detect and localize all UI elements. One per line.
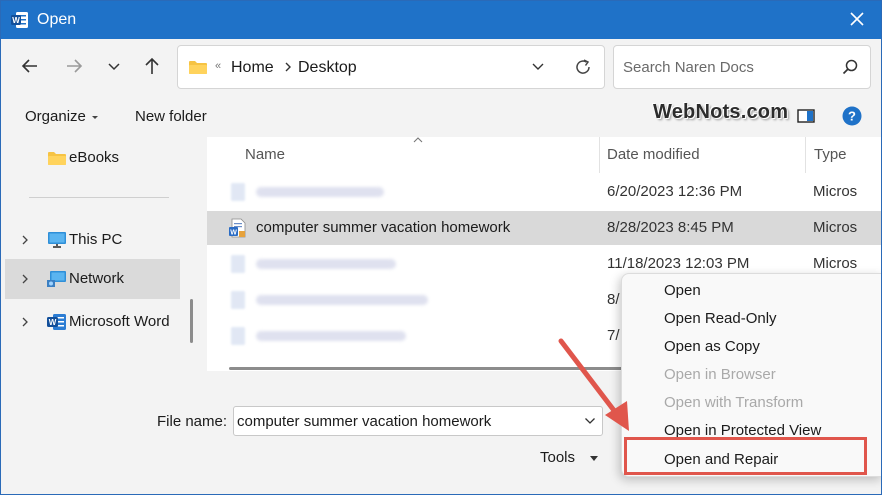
- nav-item-this-pc[interactable]: This PC: [5, 221, 180, 259]
- sort-ascending-icon: [413, 137, 423, 143]
- menu-item-open-with-transform: Open with Transform: [664, 394, 804, 411]
- organize-button[interactable]: Organize: [25, 108, 86, 125]
- chevron-down-icon[interactable]: [530, 61, 546, 73]
- up-arrow-icon[interactable]: [141, 55, 163, 77]
- computer-icon: [48, 232, 66, 248]
- menu-item-open[interactable]: Open: [664, 282, 701, 299]
- blurred-file-name: [256, 259, 396, 269]
- column-separator[interactable]: [805, 137, 806, 173]
- file-name-input[interactable]: computer summer vacation homework: [233, 406, 603, 436]
- annotation-arrow-icon: [558, 338, 629, 431]
- column-header-row: Name Date modified Type: [207, 137, 881, 173]
- svg-text:?: ?: [848, 109, 856, 124]
- svg-text:W: W: [12, 16, 20, 25]
- nav-item-label: Microsoft Word: [69, 313, 170, 330]
- word-document-icon: W: [229, 218, 246, 238]
- preview-pane-icon[interactable]: [797, 109, 815, 123]
- window-title: Open: [37, 11, 77, 28]
- help-icon[interactable]: ?: [842, 106, 862, 126]
- breadcrumb-overflow[interactable]: «: [215, 60, 221, 72]
- file-name-label: File name:: [157, 413, 228, 430]
- nav-pane-scrollbar[interactable]: [190, 299, 193, 343]
- nav-item-label: This PC: [69, 231, 123, 248]
- network-icon: [47, 271, 66, 287]
- file-date: 8/: [607, 291, 620, 308]
- refresh-icon[interactable]: [574, 58, 592, 76]
- blurred-file-name: [256, 331, 406, 341]
- menu-item-open-read-only[interactable]: Open Read-Only: [664, 310, 777, 327]
- word-document-icon: [231, 327, 245, 345]
- command-bar: Organize New folder WebNots.com ?: [1, 95, 881, 137]
- open-dialog: W Open « Home Desktop Search Naren Docs …: [0, 0, 882, 495]
- nav-item-ebooks[interactable]: eBooks: [5, 139, 180, 177]
- file-type: Micros: [813, 183, 858, 200]
- word-icon: W: [11, 12, 28, 28]
- breadcrumb-home[interactable]: Home: [231, 59, 274, 77]
- blurred-file-name: [256, 295, 428, 305]
- chevron-right-icon[interactable]: [21, 273, 29, 285]
- menu-item-open-as-copy[interactable]: Open as Copy: [664, 338, 760, 355]
- column-header-date-modified[interactable]: Date modified: [607, 146, 700, 163]
- recent-locations-chevron-icon[interactable]: [103, 55, 125, 77]
- folder-icon: [48, 152, 66, 165]
- forward-arrow-icon[interactable]: [63, 55, 85, 77]
- svg-text:W: W: [230, 229, 237, 236]
- file-type: Micros: [813, 255, 858, 272]
- file-name: computer summer vacation homework: [256, 219, 511, 236]
- column-header-type[interactable]: Type: [814, 146, 847, 163]
- close-icon[interactable]: [847, 9, 867, 29]
- file-type: Micros: [813, 219, 858, 236]
- menu-item-open-in-browser: Open in Browser: [664, 366, 776, 383]
- column-separator[interactable]: [599, 137, 600, 173]
- tools-button[interactable]: Tools: [540, 449, 575, 466]
- chevron-right-icon[interactable]: [282, 60, 294, 74]
- nav-item-label: eBooks: [69, 149, 120, 166]
- word-document-icon: [231, 255, 245, 273]
- word-document-icon: [231, 183, 245, 201]
- search-icon: [842, 59, 858, 75]
- watermark: WebNots.com: [653, 101, 789, 123]
- caret-down-icon[interactable]: [589, 455, 599, 462]
- file-row[interactable]: 6/20/2023 12:36 PM Micros: [207, 175, 881, 209]
- chevron-right-icon[interactable]: [21, 316, 29, 328]
- word-icon: W: [47, 314, 66, 330]
- back-arrow-icon[interactable]: [19, 55, 41, 77]
- word-document-icon: [231, 291, 245, 309]
- svg-text:W: W: [49, 318, 57, 327]
- search-box[interactable]: Search Naren Docs: [613, 45, 871, 89]
- folder-icon: [189, 61, 207, 74]
- annotation-highlight-box: [624, 437, 867, 475]
- file-date: 6/20/2023 12:36 PM: [607, 183, 743, 200]
- chevron-right-icon[interactable]: [21, 234, 29, 246]
- column-header-name[interactable]: Name: [245, 146, 285, 163]
- title-bar: W Open: [1, 1, 881, 39]
- file-date: 11/18/2023 12:03 PM: [607, 255, 750, 272]
- caret-down-icon[interactable]: [91, 115, 99, 121]
- navigation-pane: eBooks This PC Network W Microsoft Word: [1, 137, 193, 379]
- file-name-value: computer summer vacation homework: [237, 413, 492, 430]
- search-placeholder: Search Naren Docs: [623, 59, 754, 76]
- address-bar[interactable]: « Home Desktop: [177, 45, 605, 89]
- new-folder-button[interactable]: New folder: [135, 108, 207, 125]
- nav-item-microsoft-word[interactable]: W Microsoft Word: [5, 303, 180, 341]
- blurred-file-name: [256, 187, 384, 197]
- file-date: 8/28/2023 8:45 PM: [607, 219, 734, 236]
- nav-item-network[interactable]: Network: [5, 259, 180, 299]
- navigation-row: « Home Desktop Search Naren Docs: [1, 39, 881, 95]
- file-row-selected[interactable]: W computer summer vacation homework 8/28…: [207, 211, 881, 245]
- breadcrumb-desktop[interactable]: Desktop: [298, 59, 357, 77]
- nav-divider: [29, 197, 169, 198]
- nav-item-label: Network: [69, 270, 125, 287]
